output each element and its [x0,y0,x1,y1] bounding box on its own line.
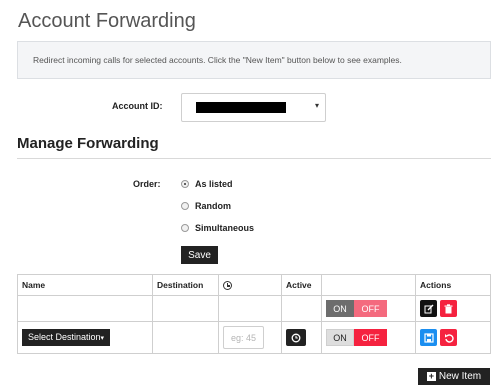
radio-label: Simultaneous [195,223,255,233]
edit-button[interactable] [420,300,437,317]
plus-icon: + [426,371,436,381]
info-box: Redirect incoming calls for selected acc… [17,41,491,79]
new-item-label: New Item [438,371,482,382]
cell-timeout [218,295,282,322]
radio-label: As listed [195,179,233,189]
trash-icon [444,303,453,313]
col-timeout [218,274,282,296]
col-active: Active [281,274,322,296]
schedule-button[interactable] [286,329,306,346]
col-toggle [321,274,416,296]
order-option-simultaneous[interactable]: Simultaneous [181,223,254,233]
cell-destination [152,295,219,322]
new-item-button[interactable]: + New Item [418,368,490,385]
cell-name: Select Destination▾ [17,321,153,354]
cell-toggle: ON OFF [321,295,416,322]
cell-timeout [218,321,282,354]
table-header-row: Name Destination Active Actions [17,274,491,296]
order-label: Order: [133,179,161,189]
order-option-random[interactable]: Random [181,201,231,211]
table-row: Select Destination▾ ON OFF [17,321,491,354]
undo-button[interactable] [440,329,457,346]
radio-random[interactable] [181,202,189,210]
save-row-button[interactable] [420,329,437,346]
section-divider [17,158,491,159]
save-button[interactable]: Save [181,246,218,264]
cell-actions [415,321,491,354]
clock-icon [291,333,301,342]
on-off-toggle[interactable]: ON OFF [326,300,387,317]
account-id-value-redacted [196,102,286,113]
chevron-down-icon: ▾ [314,101,319,110]
radio-label: Random [195,201,231,211]
toggle-off[interactable]: OFF [354,329,387,346]
cell-destination [152,321,219,354]
table-row: ON OFF [17,295,491,322]
toggle-on[interactable]: ON [326,300,354,317]
undo-icon [444,333,454,343]
caret-down-icon: ▾ [100,335,105,342]
radio-simultaneous[interactable] [181,224,189,232]
clock-icon [223,281,232,291]
cell-actions [415,295,491,322]
info-text: Redirect incoming calls for selected acc… [33,55,402,65]
cell-active [281,321,322,354]
account-id-select[interactable]: ▾ [181,93,326,122]
col-actions: Actions [415,274,491,296]
delete-button[interactable] [440,300,457,317]
timeout-input[interactable] [223,326,264,349]
order-option-as-listed[interactable]: As listed [181,179,233,189]
toggle-off[interactable]: OFF [354,300,387,317]
account-id-label: Account ID: [112,101,163,111]
col-destination: Destination [152,274,219,296]
forwarding-table: Name Destination Active Actions ON OFF S… [17,274,491,354]
cell-toggle: ON OFF [321,321,416,354]
toggle-on[interactable]: ON [326,329,354,346]
edit-icon [424,304,433,313]
on-off-toggle[interactable]: ON OFF [326,329,387,346]
cell-name [17,295,153,322]
select-destination-button[interactable]: Select Destination▾ [22,329,111,346]
page-title: Account Forwarding [18,10,196,32]
section-title: Manage Forwarding [17,135,159,152]
save-icon [423,332,434,343]
radio-as-listed[interactable] [181,180,189,188]
cell-active [281,295,322,322]
col-name: Name [17,274,153,296]
